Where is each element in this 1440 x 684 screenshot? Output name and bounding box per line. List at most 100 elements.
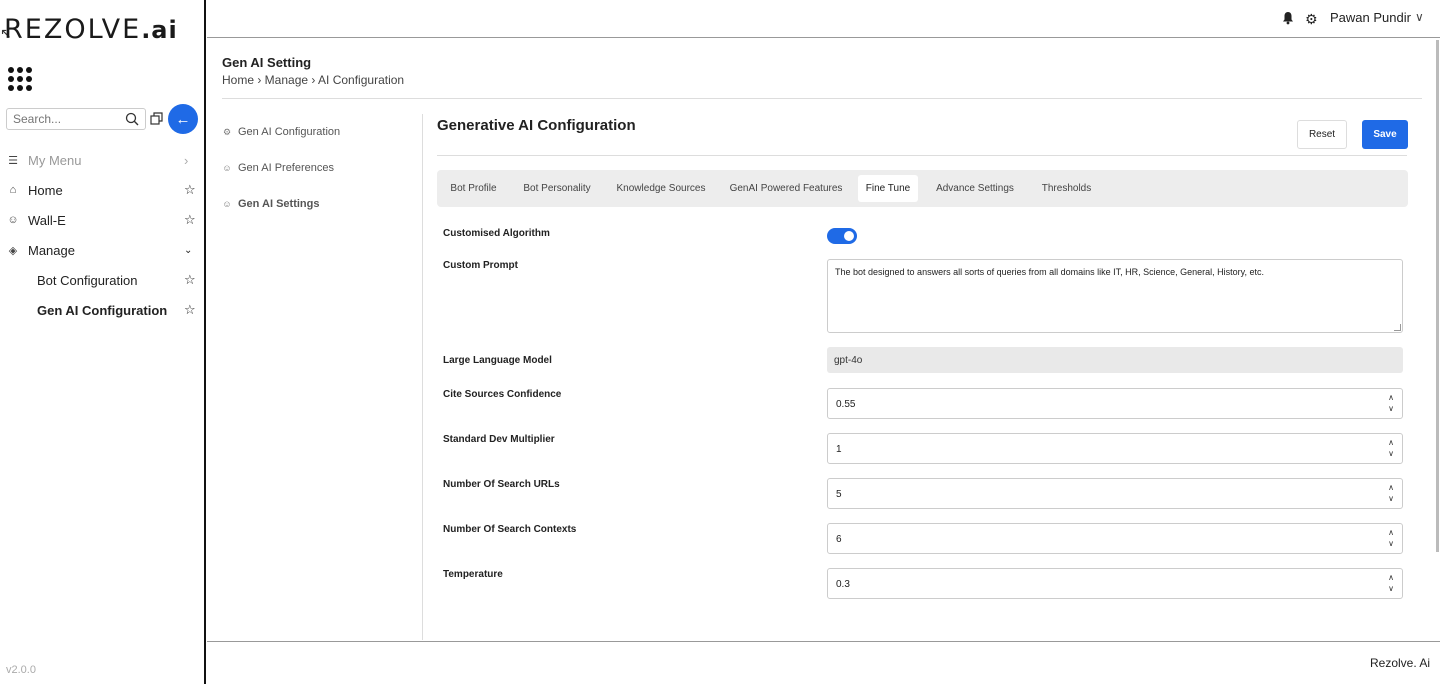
number-spinner[interactable]: ∧ ∨ [1386, 482, 1396, 504]
sidebar-item-label: Bot Configuration [37, 272, 138, 288]
chevron-down-icon[interactable]: ∨ [1415, 10, 1424, 24]
gear-icon: ⚙ [222, 126, 232, 137]
sidebar-search [6, 108, 146, 130]
user-name[interactable]: Pawan Pundir [1330, 10, 1411, 25]
sidebar: ↖ REZOLVE.ai ← ☰ My Menu › ⌂ Home ☆ ☺ Wa… [0, 0, 206, 684]
num-search-contexts-label: Number Of Search Contexts [443, 524, 577, 535]
subnav-gen-ai-configuration[interactable]: ⚙ Gen AI Configuration [222, 126, 340, 138]
tab-bot-personality[interactable]: Bot Personality [517, 175, 597, 202]
sidebar-item-my-menu[interactable]: ☰ My Menu › [0, 148, 204, 172]
tab-advance-settings[interactable]: Advance Settings [930, 175, 1020, 202]
customised-algorithm-toggle[interactable] [827, 228, 857, 244]
scrollbar[interactable] [1436, 40, 1439, 552]
cite-sources-confidence-input[interactable]: 0.55 ∧ ∨ [827, 388, 1403, 419]
apps-grid-icon[interactable] [8, 67, 32, 91]
top-bar: ⚙ Pawan Pundir ∨ [207, 0, 1440, 38]
sidebar-item-wall-e[interactable]: ☺ Wall-E ☆ [0, 208, 204, 232]
chevron-down-icon[interactable]: ∨ [1386, 583, 1396, 594]
divider [222, 98, 1422, 99]
sidebar-item-label: Wall-E [28, 212, 66, 228]
number-spinner[interactable]: ∧ ∨ [1386, 572, 1396, 594]
chevron-right-icon: › [184, 152, 189, 168]
tab-bar: Bot Profile Bot Personality Knowledge So… [437, 170, 1408, 207]
star-icon[interactable]: ☆ [184, 182, 198, 198]
chevron-up-icon[interactable]: ∧ [1386, 527, 1396, 538]
footer-divider [207, 641, 1440, 642]
chevron-down-icon: ⌄ [184, 244, 193, 256]
menu-lines-icon: ☰ [8, 154, 18, 167]
num-search-urls-label: Number Of Search URLs [443, 479, 560, 490]
chevron-down-icon[interactable]: ∨ [1386, 493, 1396, 504]
cube-icon: ◈ [8, 244, 18, 257]
number-spinner[interactable]: ∧ ∨ [1386, 527, 1396, 549]
sidebar-item-label: Home [28, 182, 63, 198]
number-spinner[interactable]: ∧ ∨ [1386, 392, 1396, 414]
logo: REZOLVE.ai [4, 14, 178, 45]
arrow-left-icon: ← [175, 110, 191, 128]
num-search-contexts-input[interactable]: 6 ∧ ∨ [827, 523, 1403, 554]
user-icon: ☺ [222, 199, 232, 209]
breadcrumb[interactable]: Home › Manage › AI Configuration [222, 73, 404, 87]
save-button[interactable]: Save [1362, 120, 1408, 149]
collapse-sidebar-button[interactable]: ← [168, 104, 198, 134]
gear-icon[interactable]: ⚙ [1305, 11, 1318, 28]
llm-label: Large Language Model [443, 355, 552, 366]
chevron-down-icon[interactable]: ∨ [1386, 448, 1396, 459]
subnav-gen-ai-preferences[interactable]: ☺ Gen AI Preferences [222, 162, 334, 174]
user-icon: ☺ [7, 214, 19, 226]
chevron-down-icon[interactable]: ∨ [1386, 403, 1396, 414]
search-icon[interactable] [125, 112, 139, 126]
version-label: v2.0.0 [6, 664, 36, 676]
subnav-gen-ai-settings[interactable]: ☺ Gen AI Settings [222, 198, 320, 210]
reset-button[interactable]: Reset [1297, 120, 1347, 149]
logo-ai: .ai [141, 16, 178, 44]
star-icon[interactable]: ☆ [184, 272, 198, 288]
resize-handle-icon[interactable] [1394, 324, 1401, 331]
section-title: Generative AI Configuration [437, 117, 636, 134]
sidebar-item-gen-ai-configuration[interactable]: Gen AI Configuration ☆ [0, 298, 204, 322]
copy-icon[interactable] [150, 112, 164, 126]
chevron-up-icon[interactable]: ∧ [1386, 392, 1396, 403]
subnav-label: Gen AI Preferences [238, 162, 334, 174]
std-dev-multiplier-label: Standard Dev Multiplier [443, 434, 555, 445]
tab-bot-profile[interactable]: Bot Profile [442, 175, 505, 202]
custom-prompt-label: Custom Prompt [443, 260, 518, 271]
star-icon[interactable]: ☆ [184, 212, 198, 228]
user-icon: ☺ [222, 163, 232, 173]
custom-prompt-value: The bot designed to answers all sorts of… [835, 267, 1265, 277]
tab-thresholds[interactable]: Thresholds [1033, 175, 1100, 202]
star-icon[interactable]: ☆ [184, 302, 198, 318]
chevron-down-icon[interactable]: ∨ [1386, 538, 1396, 549]
input-value: 0.55 [836, 399, 856, 410]
subnav-label: Gen AI Configuration [238, 126, 341, 138]
std-dev-multiplier-input[interactable]: 1 ∧ ∨ [827, 433, 1403, 464]
chevron-up-icon[interactable]: ∧ [1386, 437, 1396, 448]
number-spinner[interactable]: ∧ ∨ [1386, 437, 1396, 459]
chevron-up-icon[interactable]: ∧ [1386, 572, 1396, 583]
sidebar-item-bot-configuration[interactable]: Bot Configuration ☆ [0, 268, 204, 292]
sidebar-item-label: My Menu [28, 152, 82, 168]
bell-icon[interactable] [1281, 11, 1295, 25]
llm-field: gpt-4o [827, 347, 1403, 373]
num-search-urls-input[interactable]: 5 ∧ ∨ [827, 478, 1403, 509]
temperature-label: Temperature [443, 569, 503, 580]
temperature-input[interactable]: 0.3 ∧ ∨ [827, 568, 1403, 599]
sidebar-item-manage[interactable]: ◈ Manage ⌄ [0, 238, 204, 262]
toggle-knob [844, 231, 854, 241]
page-title: Gen AI Setting [222, 55, 312, 70]
tab-fine-tune[interactable]: Fine Tune [858, 175, 918, 202]
logo-text: REZOLVE [4, 14, 142, 45]
input-value: 0.3 [836, 579, 850, 590]
sidebar-item-home[interactable]: ⌂ Home ☆ [0, 178, 204, 202]
search-input[interactable] [7, 109, 117, 129]
tab-genai-powered-features[interactable]: GenAI Powered Features [725, 175, 847, 202]
footer-brand: Rezolve. Ai [1370, 656, 1431, 670]
chevron-up-icon[interactable]: ∧ [1386, 482, 1396, 493]
customised-algorithm-label: Customised Algorithm [443, 228, 550, 239]
custom-prompt-textarea[interactable]: The bot designed to answers all sorts of… [827, 259, 1403, 333]
tab-knowledge-sources[interactable]: Knowledge Sources [610, 175, 712, 202]
subnav-label: Gen AI Settings [238, 198, 320, 210]
input-value: 1 [836, 444, 842, 455]
home-icon: ⌂ [9, 184, 17, 196]
sidebar-item-label: Manage [28, 242, 75, 258]
